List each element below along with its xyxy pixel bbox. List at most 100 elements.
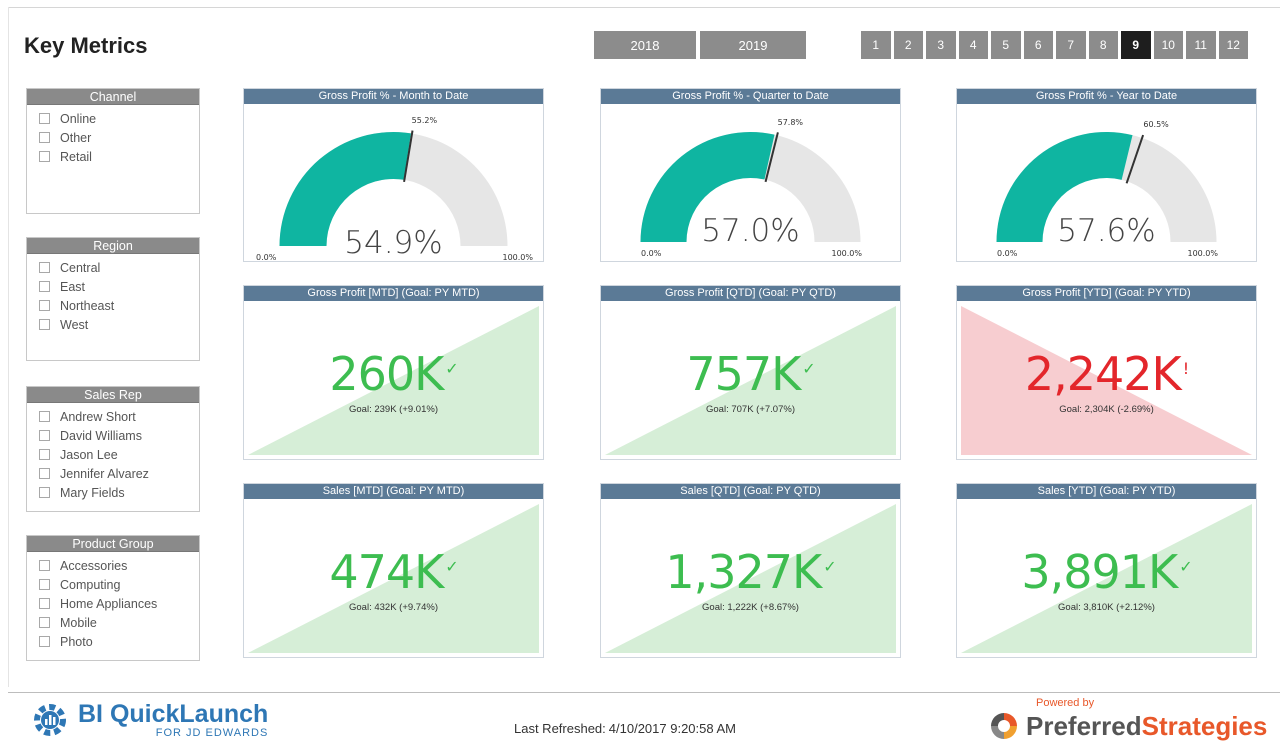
- slicer-option-label: Northeast: [60, 298, 115, 313]
- frame-bottom-line: [8, 692, 1280, 693]
- slicer-option[interactable]: Retail: [39, 147, 199, 166]
- slicer-option[interactable]: East: [39, 277, 199, 296]
- kpi-value: 757K ✓: [601, 347, 900, 401]
- month-button[interactable]: 11: [1186, 31, 1216, 59]
- slicer-option[interactable]: Northeast: [39, 296, 199, 315]
- checkbox[interactable]: [39, 411, 50, 422]
- month-button[interactable]: 3: [926, 31, 956, 59]
- slicer-title: Sales Rep: [27, 387, 199, 403]
- logo-sub-text: FOR JD EDWARDS: [155, 727, 269, 739]
- gauge-min-label: 0.0%: [256, 253, 277, 262]
- checkbox[interactable]: [39, 132, 50, 143]
- kpi-value-text: 260K: [329, 347, 444, 401]
- checkbox[interactable]: [39, 262, 50, 273]
- slicer-option[interactable]: Mobile: [39, 613, 199, 632]
- checkbox[interactable]: [39, 468, 50, 479]
- slicer-option[interactable]: Other: [39, 128, 199, 147]
- preferred-strategies-logo-icon: [991, 712, 1017, 739]
- checkbox[interactable]: [39, 579, 50, 590]
- tile-title: Gross Profit [MTD] (Goal: PY MTD): [244, 286, 543, 301]
- kpi-status-icon: ✓: [823, 557, 836, 576]
- month-button-selected[interactable]: 9: [1121, 31, 1151, 59]
- month-button[interactable]: 1: [861, 31, 891, 59]
- slicer-option-label: East: [60, 279, 86, 294]
- slicer-option[interactable]: Computing: [39, 575, 199, 594]
- brand-name-part1: Preferred: [1026, 711, 1142, 741]
- kpi-goal: Goal: 3,810K (+2.12%): [1058, 602, 1155, 613]
- kpi-tile[interactable]: Sales [QTD] (Goal: PY QTD) 1,327K ✓ Goal:…: [600, 483, 901, 658]
- slicer-option[interactable]: Home Appliances: [39, 594, 199, 613]
- slicer-option-label: Computing: [60, 577, 121, 592]
- slicer-option-label: Accessories: [60, 558, 128, 573]
- slicer-option[interactable]: Andrew Short: [39, 407, 199, 426]
- slicer-option-label: Photo: [60, 634, 93, 649]
- kpi-value: 3,891K ✓: [957, 545, 1256, 599]
- slicer-option-label: Jennifer Alvarez: [60, 466, 149, 481]
- month-button[interactable]: 10: [1153, 31, 1183, 59]
- slicer-option[interactable]: Jason Lee: [39, 445, 199, 464]
- year-button-2018[interactable]: 2018: [594, 31, 696, 59]
- last-refreshed-label: Last Refreshed:: [514, 721, 606, 736]
- slicer-title: Region: [27, 238, 199, 254]
- month-button[interactable]: 6: [1023, 31, 1053, 59]
- tile-title: Gross Profit % - Year to Date: [957, 89, 1256, 104]
- month-button[interactable]: 8: [1088, 31, 1118, 59]
- powered-by-text: Powered by: [1036, 697, 1095, 709]
- kpi-tile[interactable]: Sales [MTD] (Goal: PY MTD) 474K ✓ Goal: 4…: [243, 483, 544, 658]
- slicer-option-label: Jason Lee: [60, 447, 118, 462]
- gauge-tile[interactable]: Gross Profit % - Month to Date 55.2% 54.…: [243, 88, 544, 262]
- slicer-option[interactable]: Photo: [39, 632, 199, 651]
- month-button[interactable]: 7: [1056, 31, 1086, 59]
- gauge-tile[interactable]: Gross Profit % - Quarter to Date 57.8% 5…: [600, 88, 901, 262]
- slicer-option[interactable]: Jennifer Alvarez: [39, 464, 199, 483]
- gauge-min-label: 0.0%: [997, 249, 1018, 258]
- gauge-tile[interactable]: Gross Profit % - Year to Date 60.5% 57.6…: [956, 88, 1257, 262]
- year-button-2019[interactable]: 2019: [700, 31, 806, 59]
- slicer-option[interactable]: Central: [39, 258, 199, 277]
- checkbox[interactable]: [39, 449, 50, 460]
- checkbox[interactable]: [39, 617, 50, 628]
- gauge-value: 54.9%: [344, 225, 443, 261]
- checkbox[interactable]: [39, 560, 50, 571]
- kpi-value: 474K ✓: [244, 545, 543, 599]
- slicer-option-label: West: [60, 317, 89, 332]
- kpi-tile[interactable]: Gross Profit [QTD] (Goal: PY QTD) 757K ✓ …: [600, 285, 901, 460]
- checkbox[interactable]: [39, 281, 50, 292]
- slicer-option[interactable]: Mary Fields: [39, 483, 199, 502]
- checkbox[interactable]: [39, 487, 50, 498]
- slicer-option[interactable]: Online: [39, 109, 199, 128]
- slicer-option[interactable]: Accessories: [39, 556, 199, 575]
- checkbox[interactable]: [39, 430, 50, 441]
- frame-left-line: [8, 7, 9, 687]
- month-button[interactable]: 12: [1218, 31, 1248, 59]
- slicer-option-label: Home Appliances: [60, 596, 158, 611]
- kpi-tile[interactable]: Gross Profit [MTD] (Goal: PY MTD) 260K ✓ …: [243, 285, 544, 460]
- kpi-tile[interactable]: Gross Profit [YTD] (Goal: PY YTD) 2,242K…: [956, 285, 1257, 460]
- month-button[interactable]: 4: [958, 31, 988, 59]
- slicer-option-label: Mobile: [60, 615, 97, 630]
- slicer-option-label: David Williams: [60, 428, 142, 443]
- slicer-option-label: Other: [60, 130, 92, 145]
- month-button[interactable]: 5: [991, 31, 1021, 59]
- page-title: Key Metrics: [24, 33, 148, 58]
- checkbox[interactable]: [39, 319, 50, 330]
- checkbox[interactable]: [39, 151, 50, 162]
- checkbox[interactable]: [39, 300, 50, 311]
- slicer-channel: Channel Online Other Retail: [26, 88, 200, 214]
- checkbox[interactable]: [39, 636, 50, 647]
- kpi-goal: Goal: 432K (+9.74%): [349, 602, 438, 613]
- gauge-value: 57.0%: [701, 213, 800, 249]
- checkbox[interactable]: [39, 598, 50, 609]
- preferred-strategies-logo: Powered by PreferredStrategies: [988, 697, 1267, 742]
- kpi-tile[interactable]: Sales [YTD] (Goal: PY YTD) 3,891K ✓ Goal:…: [956, 483, 1257, 658]
- kpi-value-text: 1,327K: [665, 545, 822, 599]
- slicer-option-label: Andrew Short: [60, 409, 136, 424]
- tile-title: Gross Profit [QTD] (Goal: PY QTD): [601, 286, 900, 301]
- month-button[interactable]: 2: [893, 31, 923, 59]
- slicer-title: Channel: [27, 89, 199, 105]
- kpi-goal: Goal: 2,304K (-2.69%): [1059, 404, 1154, 415]
- month-selector: 1 2 3 4 5 6 7 8 9 10 11 12: [861, 31, 1248, 59]
- slicer-option[interactable]: David Williams: [39, 426, 199, 445]
- slicer-option[interactable]: West: [39, 315, 199, 334]
- checkbox[interactable]: [39, 113, 50, 124]
